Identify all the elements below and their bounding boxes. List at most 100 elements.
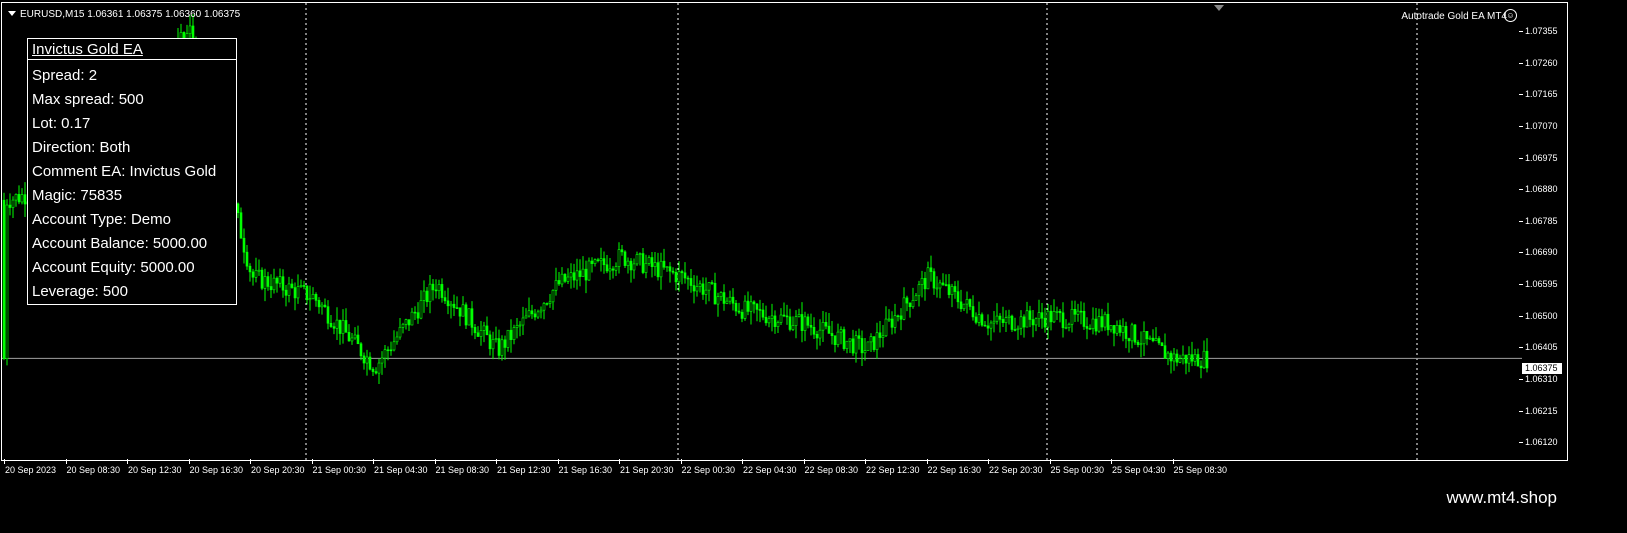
candle-body xyxy=(971,306,975,318)
candle-body xyxy=(884,318,888,337)
candle-body xyxy=(839,329,843,333)
candle-body xyxy=(449,303,453,307)
candle-body xyxy=(725,300,729,304)
candle-body xyxy=(542,303,546,311)
candle-body xyxy=(1043,317,1047,328)
candle-body xyxy=(1112,325,1116,334)
time-tick xyxy=(434,459,436,464)
candle-body xyxy=(266,276,270,287)
candle-body xyxy=(1040,312,1044,319)
candle-body xyxy=(1205,350,1209,369)
chart-frame[interactable]: EURUSD,M15 1.06361 1.06375 1.06360 1.063… xyxy=(1,2,1568,461)
time-label: 20 Sep 2023 xyxy=(5,465,57,475)
candle-body xyxy=(1022,316,1026,328)
candle-body xyxy=(302,285,306,287)
info-lot: Lot: 0.17 xyxy=(32,115,91,132)
candle-body xyxy=(929,267,933,272)
candle-body xyxy=(689,278,693,286)
candle-body xyxy=(788,316,792,330)
candle-body xyxy=(698,283,702,287)
shift-marker-icon[interactable] xyxy=(1214,5,1224,11)
candle-body xyxy=(245,251,249,267)
candle-body xyxy=(383,349,387,359)
candle-body xyxy=(917,284,921,297)
candle-body xyxy=(386,349,390,352)
candle-body xyxy=(1070,308,1074,325)
candle-body xyxy=(653,262,657,267)
candle-body xyxy=(707,282,711,291)
price-tick xyxy=(1519,347,1523,349)
candle-body xyxy=(341,320,345,334)
candle-body xyxy=(536,311,540,318)
candle-body xyxy=(959,301,963,310)
candle-body xyxy=(1064,327,1068,329)
candle-body xyxy=(464,304,468,326)
candle-body xyxy=(437,284,441,292)
candle-body xyxy=(377,362,381,374)
panel-title: Invictus Gold EA xyxy=(32,41,143,58)
price-label: 1.07070 xyxy=(1525,120,1558,131)
candle-body xyxy=(656,262,660,278)
candle-body xyxy=(524,315,528,319)
candle-body xyxy=(713,282,717,305)
candle-body xyxy=(350,337,354,342)
candle-body xyxy=(1094,318,1098,332)
ea-name-label: Autotrade Gold EA MT4 xyxy=(1401,11,1507,22)
candle-body xyxy=(986,325,990,329)
candle-body xyxy=(1199,365,1203,369)
time-label: 20 Sep 12:30 xyxy=(128,465,182,475)
candle-body xyxy=(827,325,831,334)
time-label: 21 Sep 16:30 xyxy=(558,465,613,475)
candle-body xyxy=(887,318,891,321)
candle-body xyxy=(422,290,426,301)
candle-body xyxy=(779,314,783,323)
candle-body xyxy=(980,314,984,326)
price-tick xyxy=(1519,94,1523,96)
candle-body xyxy=(956,291,960,303)
dropdown-triangle-icon[interactable] xyxy=(8,11,16,16)
candle-body xyxy=(983,324,987,327)
candle-body xyxy=(665,266,669,268)
candle-body xyxy=(272,277,276,291)
candle-body xyxy=(1148,337,1152,340)
candle-body xyxy=(692,285,696,292)
candle-body xyxy=(641,253,645,273)
candle-body xyxy=(500,339,504,356)
candle-body xyxy=(989,322,993,329)
candle-body xyxy=(968,299,972,307)
candle-body xyxy=(1118,325,1122,333)
candle-body xyxy=(479,330,483,337)
candle-body xyxy=(1193,354,1197,362)
candle-body xyxy=(1016,327,1020,330)
candle-body xyxy=(467,308,471,326)
candle-body xyxy=(251,271,255,278)
candle-body xyxy=(533,313,537,318)
candle-body xyxy=(815,334,819,339)
candle-body xyxy=(530,310,534,315)
candle-body xyxy=(23,194,27,205)
price-label: 1.06405 xyxy=(1525,342,1558,353)
candle-body xyxy=(344,320,348,333)
price-label: 1.06215 xyxy=(1525,405,1558,416)
candle-body xyxy=(1106,313,1110,331)
candle-body xyxy=(704,289,708,295)
candle-body xyxy=(1166,352,1170,359)
candle-body xyxy=(668,266,672,272)
current-price-label: 1.06375 xyxy=(1522,363,1562,374)
time-tick xyxy=(803,459,805,464)
candle-body xyxy=(2,199,6,359)
candle-body xyxy=(1175,353,1179,363)
time-label: 22 Sep 12:30 xyxy=(866,465,920,475)
candle-body xyxy=(461,304,465,317)
time-label: 21 Sep 00:30 xyxy=(312,465,367,475)
candle-body xyxy=(1085,326,1089,329)
candle-body xyxy=(599,258,603,262)
candle-body xyxy=(491,339,495,350)
candle-body xyxy=(242,237,246,253)
candle-body xyxy=(767,318,771,324)
smiley-icon[interactable]: ☺ xyxy=(1504,9,1517,22)
candle-body xyxy=(773,315,777,327)
candle-body xyxy=(410,311,414,326)
candle-body xyxy=(755,303,759,310)
candle-body xyxy=(845,340,849,349)
